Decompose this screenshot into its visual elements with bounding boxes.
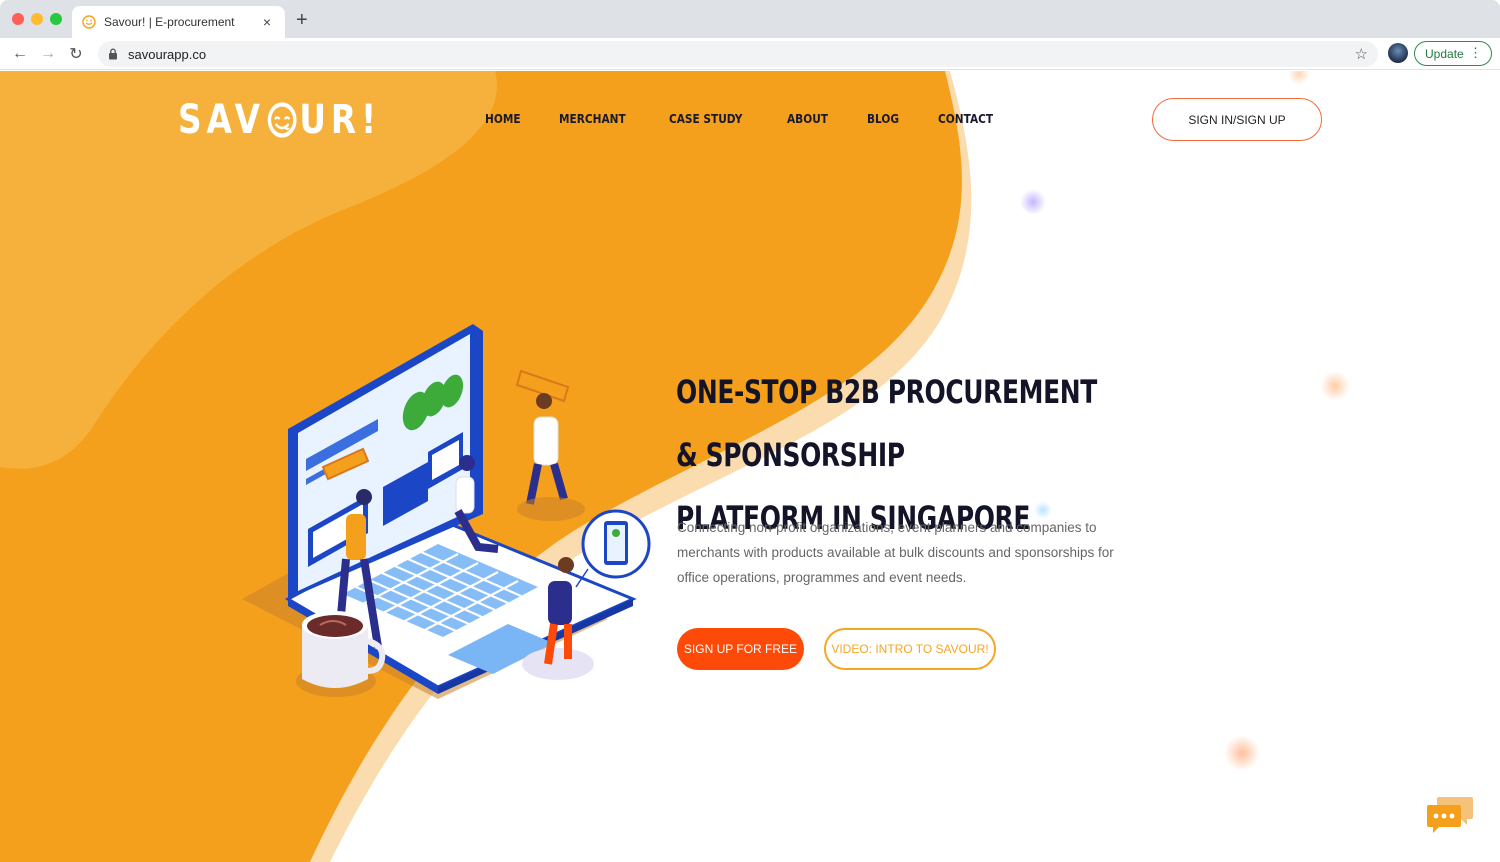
video-intro-button[interactable]: VIDEO: INTRO TO SAVOUR! [824, 628, 996, 670]
minimize-window-button[interactable] [31, 13, 43, 25]
tab-title: Savour! | E-procurement [104, 15, 235, 29]
address-bar[interactable]: savourapp.co ☆ [98, 41, 1378, 67]
back-arrow-icon[interactable]: ← [6, 45, 34, 63]
sign-up-free-button[interactable]: SIGN UP FOR FREE [677, 628, 804, 670]
bookmark-star-icon[interactable]: ☆ [1355, 45, 1368, 63]
decor-glow [1320, 371, 1350, 401]
hero-description: Connecting non-profit organizations, eve… [677, 520, 1114, 585]
savour-logo[interactable]: SAV UR! [178, 97, 381, 143]
maximize-window-button[interactable] [50, 13, 62, 25]
update-label: Update [1425, 46, 1464, 61]
nav-home[interactable]: HOME [485, 112, 521, 126]
nav-case-study[interactable]: CASE STUDY [669, 112, 742, 126]
profile-avatar[interactable] [1388, 43, 1408, 63]
url-text: savourapp.co [128, 46, 207, 62]
logo-text-right: UR! [299, 97, 381, 143]
browser-toolbar: ← → ↻ savourapp.co ☆ Update ⋮ [0, 38, 1500, 70]
menu-dots-icon[interactable]: ⋮ [1469, 45, 1482, 61]
sign-in-sign-up-button[interactable]: SIGN IN/SIGN UP [1152, 98, 1322, 141]
new-tab-icon[interactable]: + [296, 9, 308, 32]
lock-icon [109, 48, 117, 60]
browser-tab-bar: Savour! | E-procurement × + [0, 0, 1500, 38]
nav-about[interactable]: ABOUT [787, 112, 828, 126]
close-window-button[interactable] [12, 13, 24, 25]
close-tab-icon[interactable]: × [259, 14, 275, 30]
browser-tab[interactable]: Savour! | E-procurement × [72, 6, 285, 38]
reload-icon[interactable]: ↻ [62, 44, 90, 64]
nav-blog[interactable]: BLOG [867, 112, 899, 126]
web-page: SAV UR! HOME MERCHANT CASE STUDY ABOUT B… [0, 71, 1500, 862]
update-button[interactable]: Update ⋮ [1414, 41, 1492, 66]
chat-bubble-icon[interactable] [1425, 793, 1475, 839]
decor-glow [1020, 189, 1046, 215]
laptop-team-illustration [242, 324, 651, 699]
nav-merchant[interactable]: MERCHANT [559, 112, 626, 126]
forward-arrow-icon[interactable]: → [34, 45, 62, 63]
smiley-face-icon [267, 102, 297, 138]
logo-text-left: SAV [178, 97, 265, 143]
decor-glow [1224, 735, 1260, 771]
hero-title-line1: ONE-STOP B2B PROCUREMENT & SPONSORSHIP [676, 373, 1097, 474]
smiley-icon [82, 15, 96, 29]
nav-contact[interactable]: CONTACT [938, 112, 993, 126]
main-nav: HOME MERCHANT CASE STUDY ABOUT BLOG CONT… [485, 112, 1034, 126]
